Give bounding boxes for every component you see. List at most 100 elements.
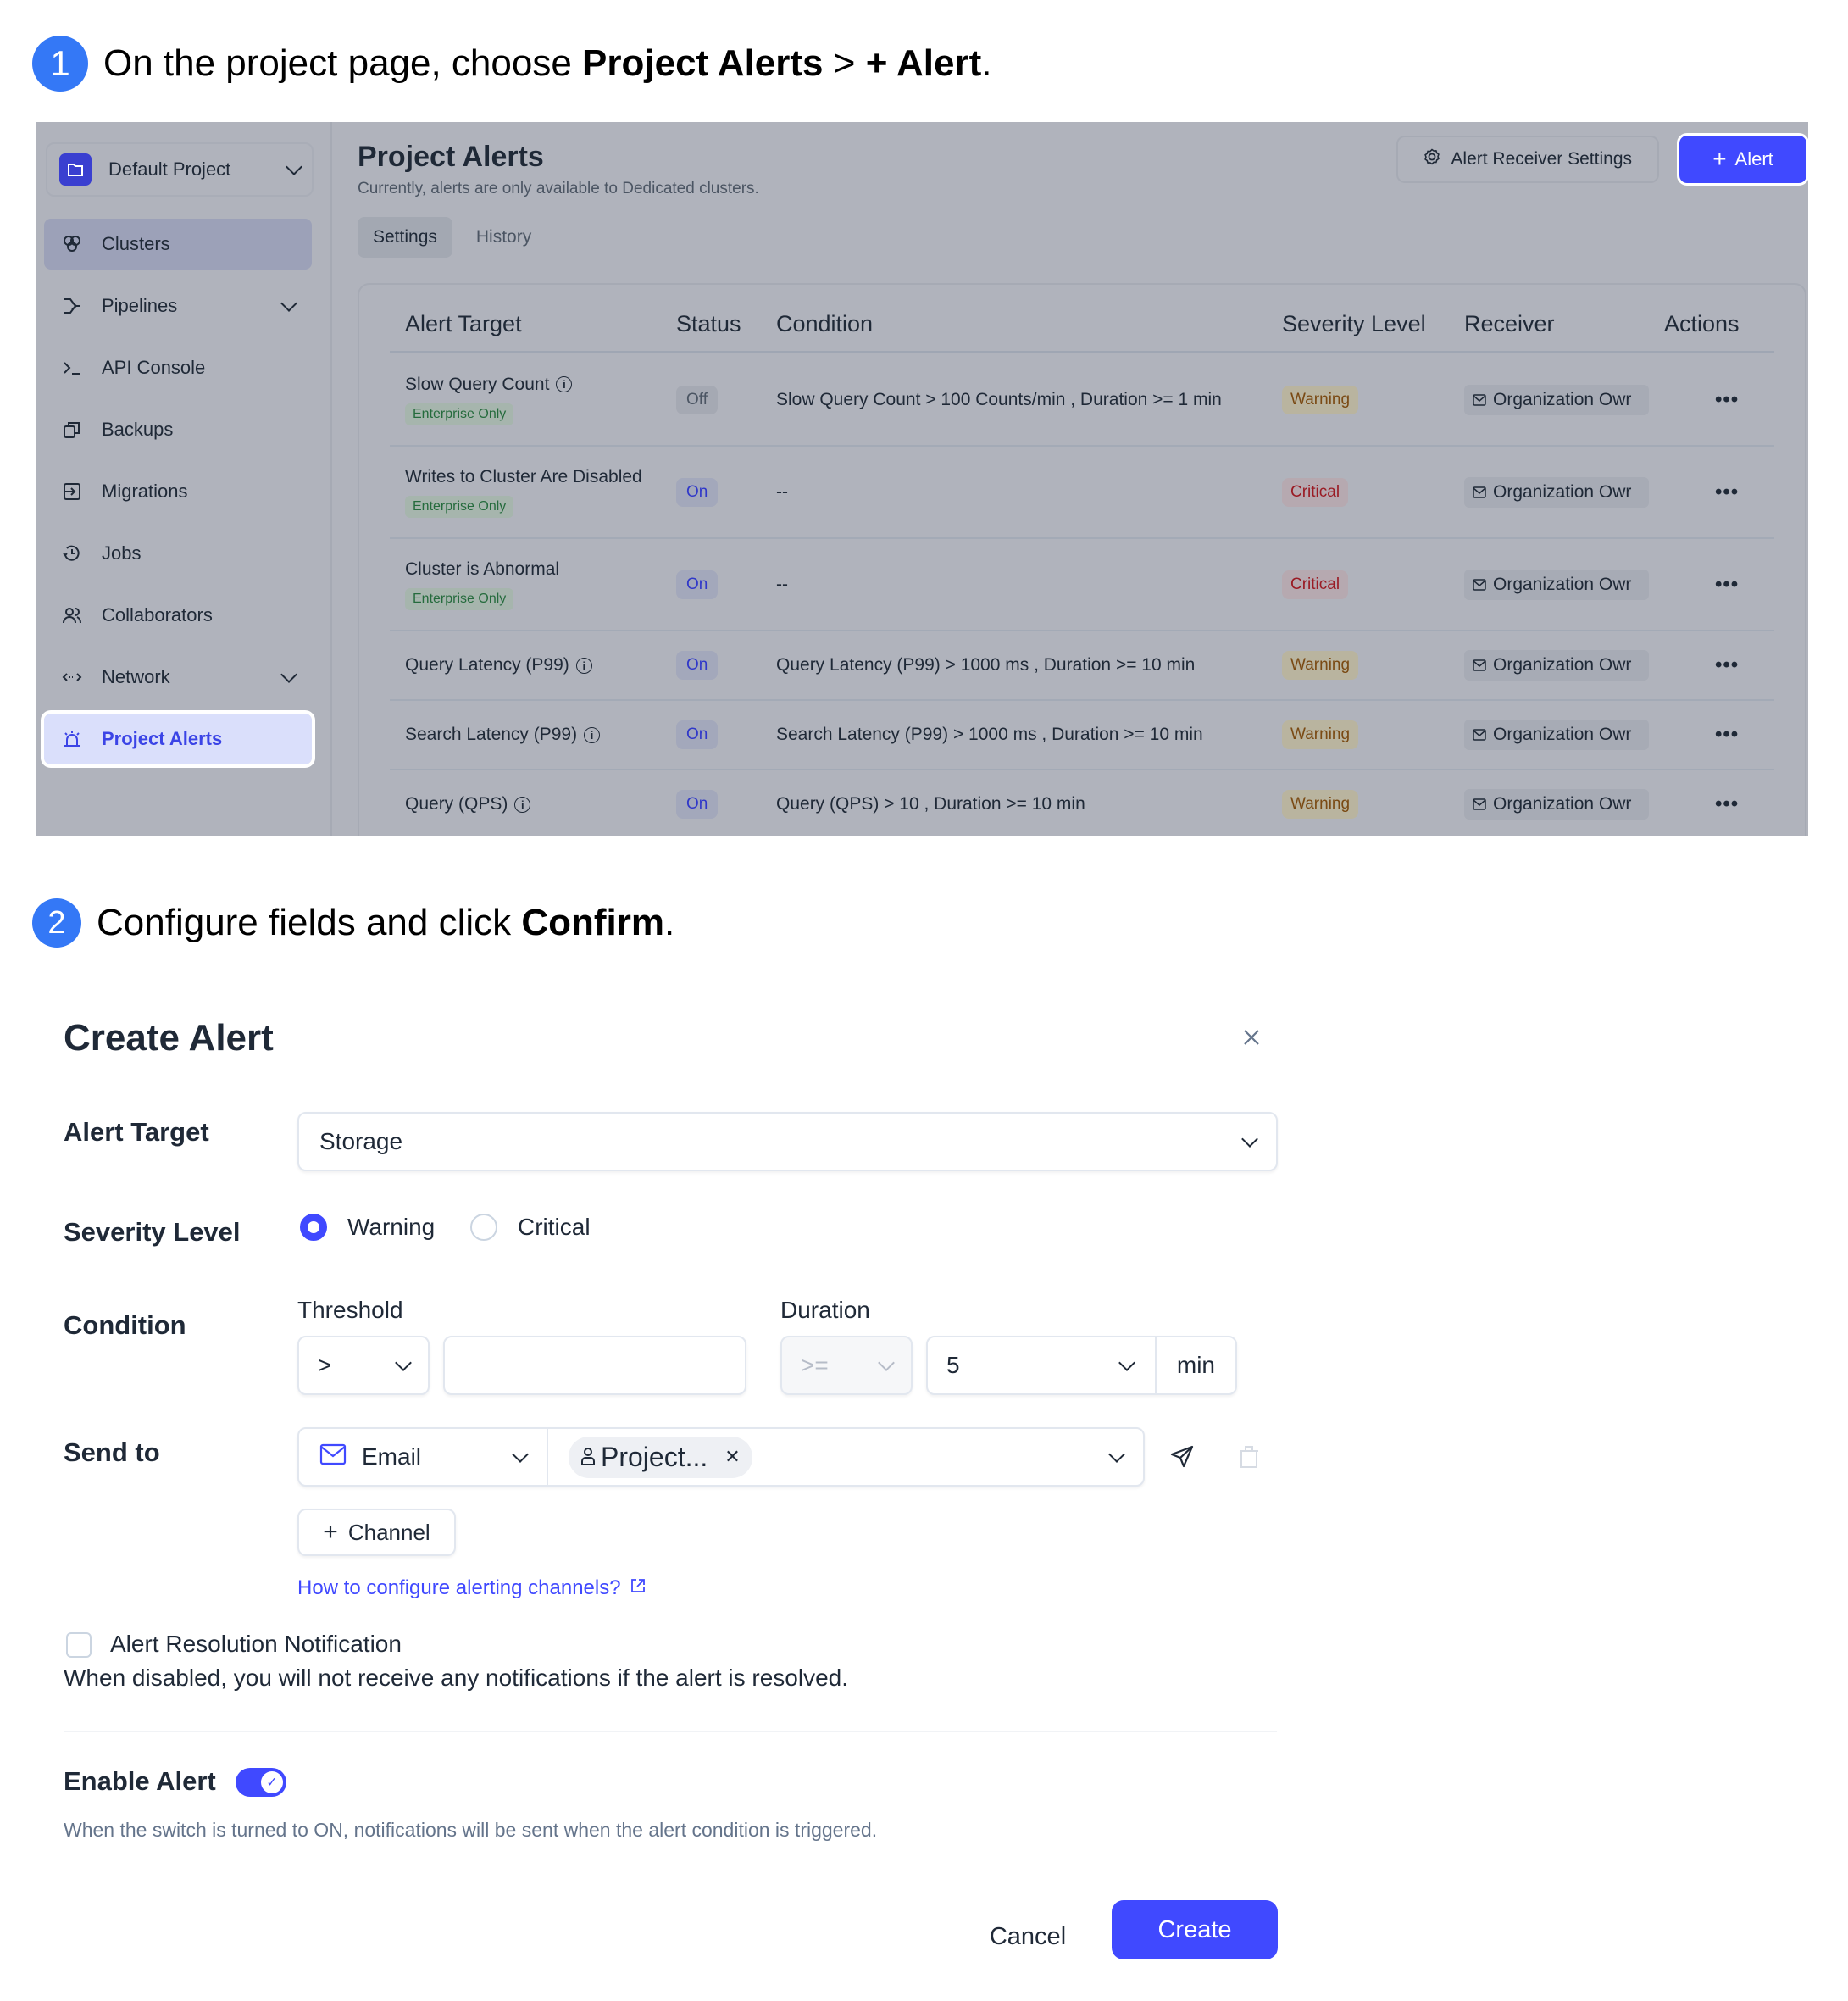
- receiver-cell: Organization Owr: [1464, 476, 1664, 508]
- create-button[interactable]: Create: [1112, 1900, 1278, 1959]
- threshold-input[interactable]: GB: [443, 1336, 837, 1395]
- step-number-badge: 1: [32, 36, 88, 92]
- mail-icon: [1473, 798, 1486, 810]
- info-icon[interactable]: i: [514, 796, 531, 813]
- check-icon: ✓: [261, 1771, 283, 1793]
- configure-channels-link[interactable]: How to configure alerting channels?: [297, 1576, 647, 1600]
- sidebar-item-clusters[interactable]: Clusters: [44, 219, 312, 270]
- sidebar-item-api-console[interactable]: API Console: [44, 342, 312, 393]
- tab-history[interactable]: History: [461, 217, 547, 258]
- folder-icon: [59, 153, 92, 186]
- chevron-down-icon: [286, 158, 302, 175]
- severity-warning-radio[interactable]: Warning: [300, 1214, 435, 1241]
- recipient-chip-label: Project...: [601, 1441, 708, 1472]
- status-cell: On: [676, 651, 776, 680]
- configure-channels-link-text: How to configure alerting channels?: [297, 1576, 621, 1599]
- severity-cell: Critical: [1282, 570, 1464, 599]
- threshold-operator-value: >: [318, 1352, 332, 1378]
- alert-resolution-checkbox[interactable]: [66, 1632, 92, 1658]
- condition-cell: Slow Query Count > 100 Counts/min , Dura…: [776, 389, 1222, 409]
- step-number-badge: 2: [32, 898, 81, 948]
- sidebar-item-collaborators[interactable]: Collaborators: [44, 590, 312, 641]
- add-alert-button[interactable]: + Alert: [1677, 133, 1808, 186]
- sidebar-item-migrations[interactable]: Migrations: [44, 466, 312, 517]
- info-icon[interactable]: i: [575, 657, 592, 674]
- status-cell: On: [676, 790, 776, 819]
- column-header: Receiver: [1464, 310, 1555, 336]
- duration-operator-select[interactable]: >=: [780, 1336, 913, 1395]
- sidebar-item-label: Jobs: [102, 542, 142, 564]
- table-row: Query Latency (P99) i On Query Latency (P99…: [390, 631, 1774, 701]
- actions-cell: •••: [1664, 573, 1749, 597]
- alert-target-cell: Search Latency (P99) i: [390, 725, 676, 745]
- more-actions-icon[interactable]: •••: [1664, 481, 1739, 503]
- duration-operator-value: >=: [801, 1352, 829, 1378]
- actions-cell: •••: [1664, 723, 1749, 747]
- enable-alert-toggle[interactable]: ✓: [236, 1768, 286, 1797]
- severity-critical-radio[interactable]: Critical: [470, 1214, 591, 1241]
- threshold-operator-select[interactable]: >: [297, 1336, 430, 1395]
- condition-cell: Query (QPS) > 10 , Duration >= 10 min: [776, 794, 1085, 814]
- sidebar-item-label: Clusters: [102, 233, 170, 254]
- sidebar-item-network[interactable]: Network: [44, 652, 312, 703]
- clusters-icon: [61, 233, 83, 255]
- info-icon[interactable]: i: [584, 726, 601, 743]
- recipient-select[interactable]: Project... ✕: [548, 1429, 1143, 1485]
- chevron-down-icon: [1118, 1354, 1135, 1371]
- severity-badge: Warning: [1282, 720, 1359, 749]
- threshold-value-input[interactable]: [445, 1337, 785, 1393]
- receiver-tag: Organization Owr: [1464, 476, 1649, 508]
- column-header: Severity Level: [1282, 310, 1426, 336]
- enterprise-badge: Enterprise Only: [405, 403, 514, 425]
- status-cell: On: [676, 477, 776, 507]
- sidebar-item-label: Network: [102, 666, 170, 687]
- sidebar-item-label: API Console: [102, 357, 206, 378]
- delete-icon[interactable]: [1239, 1444, 1259, 1474]
- duration-select[interactable]: 5 min: [926, 1336, 1237, 1395]
- channel-select[interactable]: Email: [299, 1429, 547, 1485]
- project-selector[interactable]: Default Project: [46, 142, 314, 197]
- enable-alert-description: When the switch is turned to ON, notific…: [64, 1819, 878, 1841]
- alert-target-name: Cluster is Abnormal: [405, 559, 560, 579]
- send-test-icon[interactable]: [1169, 1444, 1195, 1474]
- cancel-button[interactable]: Cancel: [973, 1907, 1083, 1966]
- tab-settings[interactable]: Settings: [358, 217, 452, 258]
- add-alert-label: Alert: [1734, 148, 1773, 170]
- create-alert-dialog: Create Alert Alert Target Storage Severi…: [0, 983, 1322, 2000]
- sidebar-item-pipelines[interactable]: Pipelines: [44, 281, 312, 331]
- severity-cell: Warning: [1282, 651, 1464, 680]
- sidebar-item-backups[interactable]: Backups: [44, 404, 312, 455]
- radio-selected-icon: [300, 1214, 327, 1241]
- alert-target-label: Alert Target: [64, 1117, 209, 1147]
- chevron-down-icon: [280, 295, 297, 312]
- alert-target-cell: Query (QPS) i: [390, 794, 676, 814]
- sidebar-item-project-alerts[interactable]: Project Alerts: [41, 710, 315, 768]
- remove-chip-icon[interactable]: ✕: [724, 1446, 740, 1468]
- status-cell: On: [676, 570, 776, 599]
- alert-receiver-settings-button[interactable]: Alert Receiver Settings: [1396, 136, 1659, 183]
- more-actions-icon[interactable]: •••: [1664, 723, 1739, 746]
- chevron-down-icon: [512, 1446, 529, 1463]
- actions-cell: •••: [1664, 481, 1749, 504]
- more-actions-icon[interactable]: •••: [1664, 792, 1739, 815]
- actions-cell: •••: [1664, 792, 1749, 816]
- severity-level-label: Severity Level: [64, 1217, 241, 1247]
- add-channel-button[interactable]: + Channel: [297, 1509, 456, 1556]
- receiver-name: Organization Owr: [1493, 655, 1632, 675]
- chevron-down-icon: [1108, 1446, 1125, 1463]
- sidebar-item-jobs[interactable]: Jobs: [44, 528, 312, 579]
- step-separator: >: [823, 42, 866, 84]
- alert-target-name: Search Latency (P99): [405, 725, 578, 744]
- mail-icon: [1473, 729, 1486, 741]
- sidebar-item-label: Migrations: [102, 481, 188, 502]
- duration-unit: min: [1176, 1352, 1215, 1378]
- info-icon[interactable]: i: [556, 376, 573, 392]
- more-actions-icon[interactable]: •••: [1664, 388, 1739, 411]
- close-icon[interactable]: [1239, 1026, 1264, 1051]
- more-actions-icon[interactable]: •••: [1664, 653, 1739, 676]
- alert-target-select[interactable]: Storage: [297, 1112, 1278, 1171]
- more-actions-icon[interactable]: •••: [1664, 573, 1739, 596]
- tabs: Settings History: [358, 217, 547, 258]
- mail-icon: [1473, 486, 1486, 498]
- plus-icon: +: [1712, 146, 1727, 172]
